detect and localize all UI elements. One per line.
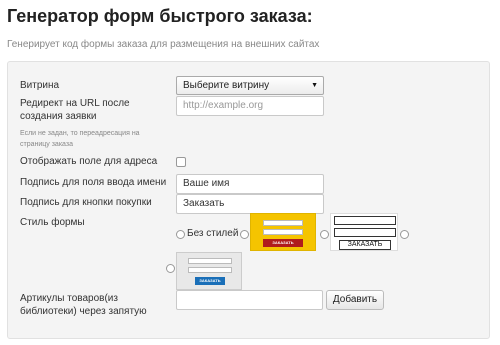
name-label-input[interactable]: Ваше имя <box>176 174 324 194</box>
redirect-hint: Если не задан, то переадресация на стран… <box>20 128 140 150</box>
mini-phone-input <box>334 228 396 237</box>
mini-order-button: ЗАКАЗАТЬ <box>339 240 391 250</box>
mini-name-input <box>263 220 303 226</box>
redirect-label: Редирект на URL после создания заявки <box>20 97 130 123</box>
articles-label-line2: библиотеки) через запятую <box>20 306 147 317</box>
style-outline-radio[interactable] <box>320 230 329 239</box>
form-style-label: Стиль формы <box>20 217 85 228</box>
style-blue-radio[interactable] <box>166 264 175 273</box>
mini-phone-input <box>263 229 303 235</box>
articles-input[interactable] <box>176 290 323 310</box>
mini-phone-input <box>188 267 232 273</box>
style-blue-preview[interactable]: ЗАКАЗАТЬ <box>176 252 242 290</box>
page-title: Генератор форм быстрого заказа: <box>7 6 313 26</box>
showcase-select-value: Выберите витрину <box>183 80 270 91</box>
button-label-label: Подпись для кнопки покупки <box>20 197 152 208</box>
style-none-label: Без стилей <box>187 228 239 239</box>
style-none-radio[interactable] <box>176 230 185 239</box>
page-subtitle: Генерирует код формы заказа для размещен… <box>7 39 320 50</box>
redirect-hint-line2: страницу заказа <box>20 141 73 148</box>
showcase-label: Витрина <box>20 80 60 91</box>
style-outline-radio-2[interactable] <box>400 230 409 239</box>
style-yellow-preview[interactable]: ЗАКАЗАТЬ <box>250 213 316 251</box>
redirect-hint-line1: Если не задан, то переадресация на <box>20 130 140 137</box>
articles-label-line1: Артикулы товаров(из <box>20 293 118 304</box>
showcase-select[interactable]: Выберите витрину ▼ <box>176 76 324 95</box>
address-label: Отображать поле для адреса <box>20 156 158 167</box>
mini-order-button: ЗАКАЗАТЬ <box>195 277 225 285</box>
articles-label: Артикулы товаров(из библиотеки) через за… <box>20 292 147 318</box>
name-label-label: Подпись для поля ввода имени <box>20 177 167 188</box>
chevron-down-icon: ▼ <box>311 82 318 89</box>
button-label-input[interactable]: Заказать <box>176 194 324 214</box>
style-yellow-radio[interactable] <box>240 230 249 239</box>
redirect-label-line2: создания заявки <box>20 111 97 122</box>
address-checkbox[interactable] <box>176 157 186 167</box>
add-articles-button[interactable]: Добавить <box>326 290 384 310</box>
mini-name-input <box>334 216 396 225</box>
redirect-label-line1: Редирект на URL после <box>20 98 130 109</box>
redirect-url-input[interactable]: http://example.org <box>176 96 324 116</box>
mini-order-button: ЗАКАЗАТЬ <box>263 239 303 247</box>
mini-name-input <box>188 258 232 264</box>
style-outline-preview[interactable]: ЗАКАЗАТЬ <box>330 213 398 251</box>
